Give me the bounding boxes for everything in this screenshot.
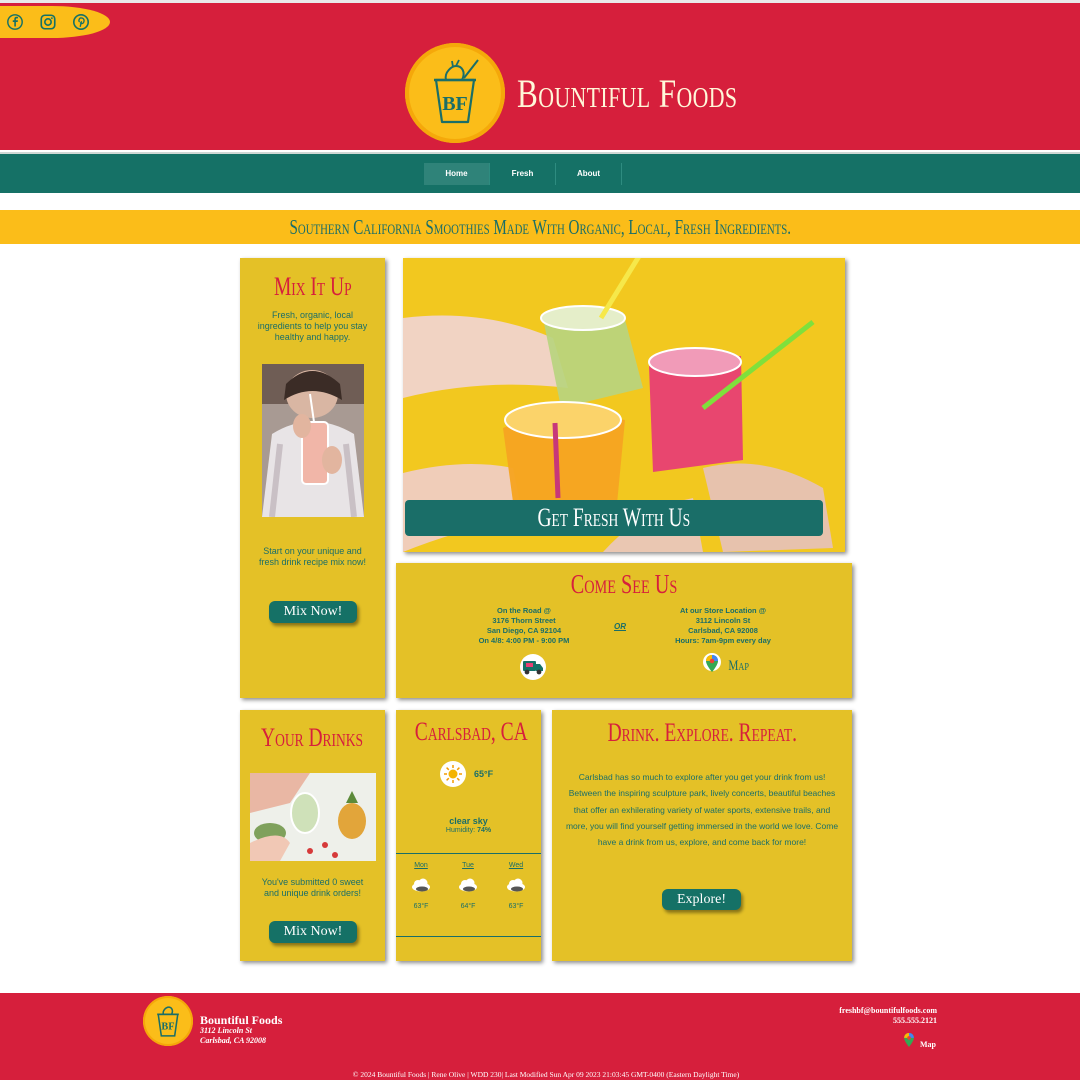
forecast-day-mon: Mon 63°F [406, 862, 436, 910]
humidity: Humidity: 74% [396, 827, 541, 834]
footer-phone: 555.555.2121 [893, 1015, 937, 1025]
store-line-2: 3112 Lincoln St [695, 616, 751, 625]
instagram-icon[interactable] [37, 11, 59, 33]
svg-text:BF: BF [442, 93, 468, 115]
explore-button[interactable]: Explore! [662, 889, 741, 910]
store-location: At our Store Location @ 3112 Lincoln St … [658, 606, 788, 646]
drinks-card: Your Drinks You've submitted 0 sweet and… [240, 710, 385, 961]
visit-card: Come See Us On the Road @ 3176 Thorn Str… [396, 563, 852, 698]
map-pin-icon [703, 653, 721, 672]
footer-address-line-2: Carlsbad, CA 92008 [200, 1035, 267, 1045]
forecast-temp: 64°F [460, 903, 476, 910]
truck-line-4: On 4/8: 4:00 PM - 9:00 PM [478, 636, 570, 645]
truck-location: On the Road @ 3176 Thorn Street San Dieg… [464, 606, 584, 646]
current-temp: 65°F [474, 769, 494, 779]
nav-home[interactable]: Home [424, 162, 490, 185]
drinks-mix-now-button[interactable]: Mix Now! [269, 921, 357, 943]
nav-about[interactable]: About [556, 162, 622, 185]
pinterest-icon[interactable] [70, 11, 92, 33]
smoothie-cup-icon: BF [434, 59, 479, 124]
ingredients-photo [250, 773, 376, 861]
explore-body: Carlsbad has so much to explore after yo… [565, 772, 839, 848]
truck-line-3: San Diego, CA 92104 [486, 626, 562, 635]
truck-line-1: On the Road @ [497, 606, 551, 615]
site-logo[interactable]: BF Bountiful Foods [405, 43, 800, 143]
hero-banner-text: Get Fresh With Us [537, 503, 691, 532]
nav-fresh[interactable]: Fresh [490, 162, 556, 185]
store-map-link[interactable]: Map [702, 653, 752, 675]
sun-icon [440, 761, 466, 787]
forecast-day-label: Wed [508, 862, 524, 869]
facebook-icon[interactable] [4, 11, 26, 33]
drinks-title: Your Drinks [261, 723, 364, 752]
drinking-smoothie-photo [262, 364, 364, 517]
footer-address: 3112 Lincoln St Carlsbad, CA 92008 [200, 1026, 266, 1045]
forecast-row: Mon 63°F Tue 64°F Wed 63°F [396, 853, 541, 937]
logo-badge: BF [405, 43, 505, 143]
food-truck-icon[interactable] [520, 654, 546, 680]
forecast-temp: 63°F [508, 903, 524, 910]
weather-title: Carlsbad, CA [414, 717, 528, 746]
weather-condition: clear sky [449, 816, 488, 826]
site-footer: BF Bountiful Foods 3112 Lincoln St Carls… [0, 993, 1080, 1080]
tagline-banner: Southern California Smoothies Made With … [0, 210, 1080, 244]
mix-title: Mix It Up [273, 272, 352, 301]
hero-banner[interactable]: Get Fresh With Us [405, 500, 823, 536]
map-pin-icon [904, 1033, 914, 1047]
visit-title: Come See Us [570, 569, 678, 599]
tagline-text: Southern California Smoothies Made With … [289, 214, 791, 239]
mix-card: Mix It Up Fresh, organic, local ingredie… [240, 258, 385, 698]
footer-contact: freshbf@bountifulfoods.com 555.555.2121 [839, 1006, 937, 1025]
brand-name: Bountiful Foods [517, 70, 738, 116]
forecast-day-label: Tue [462, 862, 474, 869]
explore-card: Drink. Explore. Repeat. Carlsbad has so … [552, 710, 852, 961]
smoothie-cup-icon: BF [157, 1006, 179, 1037]
footer-map-label: Map [920, 1040, 936, 1049]
explore-title: Drink. Explore. Repeat. [607, 718, 797, 747]
mix-intro: Fresh, organic, local ingredients to hel… [257, 310, 368, 342]
drinks-count: You've submitted 0 sweet and unique drin… [261, 877, 364, 898]
store-line-3: Carlsbad, CA 92008 [688, 626, 758, 635]
or-label: OR [614, 622, 626, 631]
cloud-icon [505, 877, 527, 892]
humidity-value: 74% [477, 827, 492, 834]
site-header: BF Bountiful Foods [0, 0, 1080, 150]
store-map-label: Map [728, 658, 749, 674]
copyright: © 2024 Bountiful Foods | Rene Olive | WD… [352, 1070, 740, 1079]
humidity-label: Humidity: [445, 827, 476, 834]
footer-map-link[interactable]: Map [902, 1031, 936, 1049]
mix-prompt: Start on your unique and fresh drink rec… [258, 546, 367, 567]
forecast-temp: 63°F [413, 903, 429, 910]
truck-line-2: 3176 Thorn Street [492, 616, 556, 625]
forecast-day-wed: Wed 63°F [501, 862, 531, 910]
main-nav: Home Fresh About [0, 152, 1080, 193]
weather-card: Carlsbad, CA 65°F clear sky Humidity: 74… [396, 710, 541, 961]
store-line-4: Hours: 7am-9pm every day [675, 636, 771, 645]
store-line-1: At our Store Location @ [679, 606, 767, 615]
footer-email-link[interactable]: freshbf@bountifulfoods.com [839, 1006, 937, 1015]
forecast-day-tue: Tue 64°F [453, 862, 483, 910]
mix-now-button[interactable]: Mix Now! [269, 601, 357, 623]
cloud-icon [457, 877, 479, 892]
footer-logo[interactable]: BF [143, 996, 193, 1046]
forecast-day-label: Mon [414, 862, 428, 869]
hero-image: Get Fresh With Us [403, 258, 845, 552]
footer-address-line-1: 3112 Lincoln St [200, 1026, 253, 1035]
social-links [0, 6, 110, 38]
cloud-icon [410, 877, 432, 892]
svg-text:BF: BF [161, 1022, 174, 1033]
